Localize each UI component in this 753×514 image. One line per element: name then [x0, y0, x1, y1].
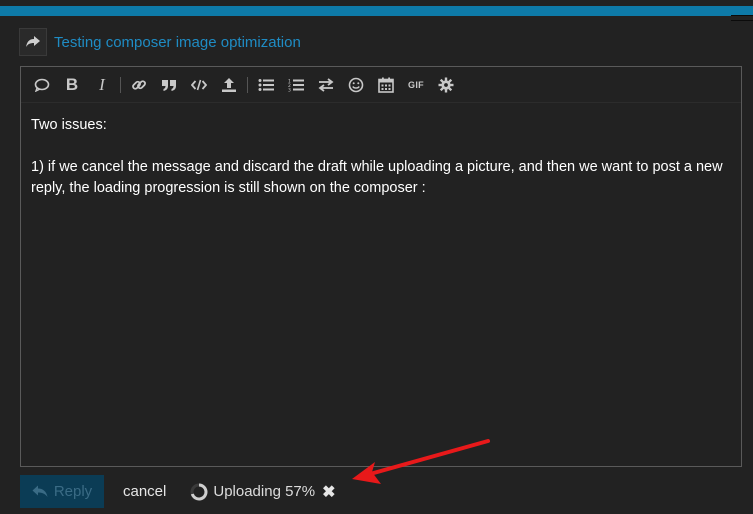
bold-button[interactable]: B — [60, 73, 84, 97]
speech-bubble-icon[interactable] — [30, 73, 54, 97]
list-ul-icon[interactable] — [254, 73, 278, 97]
quote-icon[interactable] — [157, 73, 181, 97]
toolbar-divider — [120, 76, 121, 93]
calendar-icon[interactable] — [374, 73, 398, 97]
composer-footer: Reply cancel Uploading 57% ✖ — [20, 475, 336, 508]
link-icon[interactable] — [127, 73, 151, 97]
gear-icon[interactable] — [434, 73, 458, 97]
editor-paragraph: Two issues: — [31, 117, 107, 133]
composer-editor[interactable]: B I 123 GIF Two issues: 1) if we cancel … — [20, 66, 742, 467]
code-icon[interactable] — [187, 73, 211, 97]
editor-paragraph: 1) if we cancel the message and discard … — [31, 159, 723, 196]
abort-upload-icon[interactable]: ✖ — [322, 482, 335, 502]
gif-button[interactable]: GIF — [404, 73, 428, 97]
exchange-icon[interactable] — [314, 73, 338, 97]
smile-icon[interactable] — [344, 73, 368, 97]
editor-toolbar: B I 123 GIF — [21, 67, 741, 103]
reply-button[interactable]: Reply — [20, 475, 104, 508]
list-ol-icon[interactable]: 123 — [284, 73, 308, 97]
resize-grip-icon[interactable] — [731, 15, 753, 21]
topic-title-link[interactable]: Testing composer image optimization — [54, 34, 301, 51]
upload-status: Uploading 57% ✖ — [190, 482, 336, 502]
reply-arrow-icon — [32, 485, 48, 497]
reply-header: Testing composer image optimization — [19, 27, 301, 57]
upload-icon[interactable] — [217, 73, 241, 97]
spinner-icon — [190, 483, 208, 500]
upload-progress-text: Uploading 57% — [213, 483, 316, 500]
italic-button[interactable]: I — [90, 73, 114, 97]
toolbar-divider — [247, 76, 248, 93]
svg-text:3: 3 — [288, 87, 291, 92]
cancel-link[interactable]: cancel — [123, 483, 166, 500]
editor-text-area[interactable]: Two issues: 1) if we cancel the message … — [31, 115, 731, 220]
composer-top-accent-bar[interactable] — [0, 6, 753, 21]
reply-button-label: Reply — [53, 483, 93, 500]
reply-share-icon[interactable] — [19, 28, 47, 56]
